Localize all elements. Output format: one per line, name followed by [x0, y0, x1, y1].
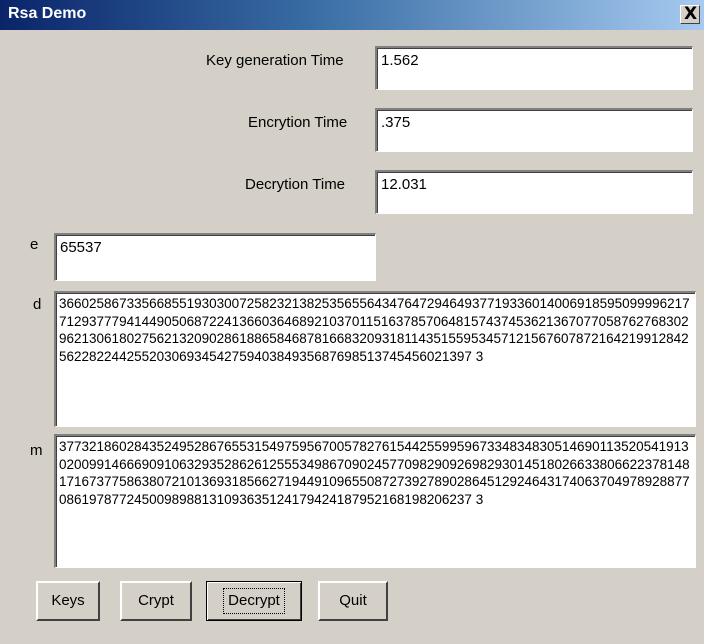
decrypt-button[interactable]: Decrypt: [206, 581, 302, 621]
close-button[interactable]: X: [680, 4, 700, 24]
d-field[interactable]: 3660258673356685519303007258232138253565…: [54, 291, 696, 427]
quit-button[interactable]: Quit: [318, 581, 388, 621]
keys-button[interactable]: Keys: [36, 581, 100, 621]
rsa-demo-window: Rsa Demo X Key generation Time 1.562 Enc…: [0, 0, 704, 644]
d-label: d: [33, 296, 42, 313]
close-icon: X: [684, 4, 698, 24]
m-field[interactable]: 3773218602843524952867655315497595670057…: [54, 434, 696, 568]
keygen-time-field[interactable]: 1.562: [375, 46, 693, 90]
keygen-time-label: Key generation Time: [206, 52, 344, 69]
m-label: m: [30, 442, 43, 459]
decryption-time-field[interactable]: 12.031: [375, 170, 693, 214]
crypt-button[interactable]: Crypt: [120, 581, 192, 621]
decryption-time-label: Decrytion Time: [245, 176, 346, 193]
e-label: e: [30, 236, 39, 253]
window-title: Rsa Demo: [8, 5, 87, 22]
title-bar[interactable]: Rsa Demo X: [0, 0, 704, 30]
decrypt-button-label: Decrypt: [223, 588, 285, 614]
e-field[interactable]: 65537: [54, 233, 376, 281]
encryption-time-field[interactable]: .375: [375, 108, 693, 152]
encryption-time-label: Encrytion Time: [248, 114, 348, 131]
